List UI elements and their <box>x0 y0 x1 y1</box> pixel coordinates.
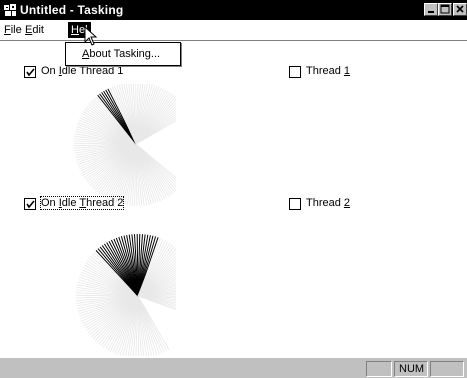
app-icon <box>3 3 17 17</box>
thread-2-label: Thread 2 <box>306 197 350 209</box>
title-bar[interactable]: Untitled - Tasking <box>0 0 467 20</box>
close-button[interactable] <box>453 3 467 16</box>
minimize-button[interactable] <box>424 3 438 16</box>
mouse-pointer-icon <box>84 26 100 48</box>
status-pane-caps <box>366 361 392 377</box>
menu-edit[interactable]: Edit <box>25 24 44 36</box>
menu-file[interactable]: File <box>4 24 22 36</box>
idle-thread-1-checkbox[interactable] <box>24 66 36 78</box>
checkmark-icon <box>25 67 35 77</box>
thread-2-checkbox[interactable] <box>289 198 301 210</box>
minimize-icon <box>425 4 437 15</box>
fan-line <box>138 296 159 354</box>
maximize-icon <box>439 4 451 15</box>
status-pane-num: NUM <box>394 361 428 377</box>
status-pane-scrl <box>430 361 464 377</box>
thread-1-label: Thread 1 <box>306 65 350 77</box>
maximize-button[interactable] <box>438 3 452 16</box>
about-tasking-menu-item[interactable]: About Tasking... <box>82 48 160 60</box>
checkmark-icon <box>25 199 35 209</box>
menu-bar: File Edit Hel <box>0 20 467 41</box>
idle-thread-2-label: On Idle Thread 2 <box>41 197 123 209</box>
main-client-area: On Idle Thread 1 Thread 1 On Idle Thread… <box>8 44 460 356</box>
help-dropdown-menu: About Tasking... <box>65 42 181 66</box>
idle-thread-1-fan <box>46 84 176 234</box>
idle-thread-1-label: On Idle Thread 1 <box>41 65 123 77</box>
window-title: Untitled - Tasking <box>20 3 123 17</box>
close-icon <box>454 4 466 15</box>
idle-thread-2-checkbox[interactable] <box>24 198 36 210</box>
idle-thread-2-fan <box>46 216 176 356</box>
status-bar: NUM <box>0 357 467 378</box>
thread-1-checkbox[interactable] <box>289 66 301 78</box>
